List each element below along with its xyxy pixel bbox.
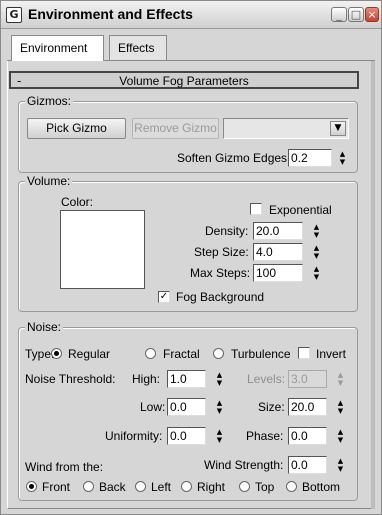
soften-gizmo-edges-field[interactable]: 0.2: [288, 149, 332, 167]
soften-gizmo-edges-label: Soften Gizmo Edges:: [177, 151, 291, 165]
wind-strength-label: Wind Strength:: [204, 458, 284, 472]
density-label: Density:: [205, 224, 249, 238]
phase-field[interactable]: 0.0: [288, 427, 327, 445]
size-label: Size:: [258, 400, 285, 414]
radio-regular-label: Regular: [68, 347, 111, 361]
fog-color-swatch[interactable]: [60, 210, 145, 289]
close-icon[interactable]: ×: [365, 7, 379, 22]
exponential-label: Exponential: [269, 203, 332, 217]
density-spinner[interactable]: 20.0 ▲ ▼: [253, 222, 323, 240]
spinner-arrows-icon[interactable]: ▲ ▼: [215, 371, 224, 387]
rollout-title: Volume Fog Parameters: [119, 74, 249, 88]
noise-group-title: Noise:: [25, 320, 64, 334]
spinner-arrows-icon[interactable]: ▲ ▼: [312, 244, 321, 260]
window-title: Environment and Effects: [28, 6, 193, 22]
tab-effects[interactable]: Effects: [109, 35, 167, 61]
density-field[interactable]: 20.0: [253, 222, 303, 240]
levels-label: Levels:: [247, 372, 286, 386]
radio-wind-top[interactable]: [239, 481, 250, 492]
low-label: Low:: [140, 400, 166, 414]
radio-turbulence[interactable]: [213, 348, 224, 359]
radio-wind-right-label: Right: [197, 480, 226, 494]
volume-group-title: Volume:: [25, 174, 73, 188]
uniformity-spinner[interactable]: 0.0 ▲ ▼: [167, 427, 225, 445]
spinner-arrows-icon[interactable]: ▲ ▼: [338, 150, 347, 166]
max-steps-field[interactable]: 100: [253, 264, 303, 282]
spinner-arrows-icon[interactable]: ▲ ▼: [215, 428, 224, 444]
high-field[interactable]: 1.0: [167, 370, 206, 388]
low-field[interactable]: 0.0: [167, 398, 206, 416]
pick-gizmo-button[interactable]: Pick Gizmo: [27, 118, 126, 139]
remove-gizmo-button[interactable]: Remove Gizmo: [132, 118, 219, 139]
phase-spinner[interactable]: 0.0 ▲ ▼: [288, 427, 346, 445]
minimize-icon[interactable]: _: [331, 7, 347, 22]
maximize-icon[interactable]: □: [348, 7, 364, 22]
radio-wind-front[interactable]: [26, 481, 37, 492]
invert-label: Invert: [316, 347, 347, 361]
levels-spinner[interactable]: 3.0 ▲ ▼: [288, 370, 346, 388]
app-icon[interactable]: G: [6, 7, 22, 23]
high-spinner[interactable]: 1.0 ▲ ▼: [167, 370, 225, 388]
low-spinner[interactable]: 0.0 ▲ ▼: [167, 398, 225, 416]
fog-background-label: Fog Background: [176, 290, 265, 304]
levels-field[interactable]: 3.0: [288, 370, 327, 388]
gizmo-dropdown[interactable]: ▼: [223, 118, 349, 139]
radio-wind-back[interactable]: [83, 481, 94, 492]
volume-fog-rollout-header[interactable]: - Volume Fog Parameters: [9, 71, 359, 89]
spinner-arrows-icon[interactable]: ▲ ▼: [336, 457, 345, 473]
spinner-arrows-icon[interactable]: ▲ ▼: [336, 371, 345, 387]
radio-wind-bottom-label: Bottom: [302, 480, 341, 494]
spinner-arrows-icon[interactable]: ▲ ▼: [336, 399, 345, 415]
noise-threshold-label: Noise Threshold:: [25, 372, 116, 386]
chevron-down-icon[interactable]: ▼: [330, 121, 346, 136]
invert-checkbox[interactable]: [298, 347, 310, 359]
step-size-spinner[interactable]: 4.0 ▲ ▼: [253, 243, 323, 261]
radio-wind-bottom[interactable]: [286, 481, 297, 492]
size-field[interactable]: 20.0: [288, 398, 327, 416]
environment-effects-window: G Environment and Effects _ □ × Environm…: [0, 0, 382, 515]
step-size-field[interactable]: 4.0: [253, 243, 303, 261]
high-label: High:: [132, 372, 161, 386]
radio-fractal-label: Fractal: [163, 347, 200, 361]
size-spinner[interactable]: 20.0 ▲ ▼: [288, 398, 346, 416]
radio-wind-right[interactable]: [181, 481, 192, 492]
fog-background-checkbox[interactable]: ✓: [158, 291, 170, 303]
color-label: Color:: [61, 195, 94, 209]
spinner-arrows-icon[interactable]: ▲ ▼: [312, 223, 321, 239]
tab-environment[interactable]: Environment: [11, 35, 104, 61]
spinner-arrows-icon[interactable]: ▲ ▼: [312, 265, 321, 281]
radio-turbulence-label: Turbulence: [231, 347, 291, 361]
radio-fractal[interactable]: [145, 348, 156, 359]
radio-regular[interactable]: [51, 348, 62, 359]
exponential-checkbox[interactable]: [250, 203, 262, 215]
max-steps-spinner[interactable]: 100 ▲ ▼: [253, 264, 323, 282]
step-size-label: Step Size:: [194, 245, 249, 259]
phase-label: Phase:: [246, 429, 284, 443]
max-steps-label: Max Steps:: [190, 266, 251, 280]
spinner-arrows-icon[interactable]: ▲ ▼: [336, 428, 345, 444]
spinner-arrows-icon[interactable]: ▲ ▼: [215, 399, 224, 415]
wind-from-label: Wind from the:: [25, 460, 104, 474]
radio-wind-front-label: Front: [42, 480, 71, 494]
wind-strength-spinner[interactable]: 0.0 ▲ ▼: [288, 456, 346, 474]
radio-wind-left-label: Left: [151, 480, 172, 494]
uniformity-field[interactable]: 0.0: [167, 427, 206, 445]
radio-wind-top-label: Top: [255, 480, 275, 494]
soften-gizmo-edges-spinner[interactable]: 0.2 ▲ ▼: [288, 149, 347, 167]
radio-wind-left[interactable]: [135, 481, 146, 492]
gizmos-group-title: Gizmos:: [25, 94, 74, 108]
title-bar[interactable]: G Environment and Effects _ □ ×: [1, 1, 381, 29]
noise-type-label: Type:: [25, 347, 55, 361]
panel-scrollbar[interactable]: [371, 61, 375, 509]
radio-wind-back-label: Back: [99, 480, 126, 494]
uniformity-label: Uniformity:: [105, 429, 163, 443]
wind-strength-field[interactable]: 0.0: [288, 456, 327, 474]
